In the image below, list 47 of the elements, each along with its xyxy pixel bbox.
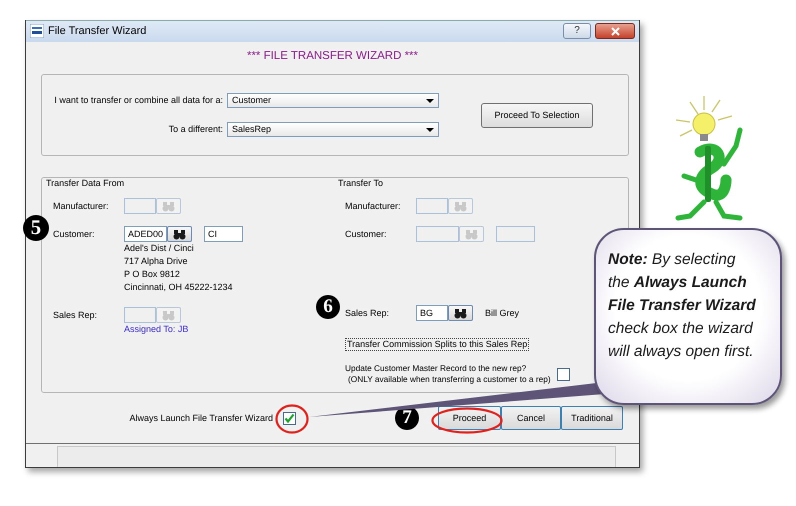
rep-name: Bill Grey <box>485 308 520 319</box>
address-line: Cincinnati, OH 45222-1234 <box>124 281 234 294</box>
caret-icon <box>426 128 434 132</box>
field-label: Manufacturer: <box>345 200 402 212</box>
checkbox-label: Always Launch File Transfer Wizard <box>129 412 273 424</box>
wizard-heading: *** FILE TRANSFER WIZARD *** <box>246 50 420 64</box>
binoculars-icon <box>173 228 186 240</box>
field-label: To a different: <box>168 124 224 135</box>
note-callout: Note: By selecting the Always Launch File Transfer Wizard check box the wizard will always open first. <box>594 228 782 405</box>
dialog-button[interactable]: Cancel <box>501 406 561 430</box>
lookup-button[interactable] <box>167 226 192 242</box>
checkbox[interactable] <box>556 368 570 381</box>
app-logo-icon <box>30 24 44 38</box>
input-field[interactable]: BG <box>416 305 448 322</box>
field-label: Manufacturer: <box>53 200 110 212</box>
input-field[interactable]: CI <box>204 226 243 242</box>
lookup-button[interactable] <box>448 305 473 322</box>
dropdown[interactable]: SalesRep <box>227 122 439 138</box>
help-button[interactable]: ? <box>563 23 591 40</box>
field-label: Customer: <box>345 228 388 240</box>
option-label: Update Customer Master Record to the new rep? <box>345 363 528 374</box>
field-label: Sales Rep: <box>53 310 98 321</box>
binoculars-icon <box>162 200 175 212</box>
field-label: I want to transfer or combine all data for a: <box>53 95 224 106</box>
checkbox[interactable] <box>283 412 296 425</box>
section-title: Transfer Data From <box>45 178 126 190</box>
close-icon <box>610 26 620 36</box>
field-label: Sales Rep: <box>345 308 390 319</box>
input-field[interactable]: ADED00 <box>124 226 167 242</box>
field-label: Customer: <box>53 228 96 240</box>
window-title: File Transfer Wizard <box>48 24 148 38</box>
address-line: 717 Alpha Drive <box>124 255 189 268</box>
dialog-button[interactable]: Traditional <box>561 406 623 430</box>
address-line: Adel's Dist / Cinci <box>124 242 195 256</box>
proceed-to-selection-button[interactable]: Proceed To Selection <box>481 102 593 128</box>
binoculars-icon <box>454 200 467 212</box>
address-line: P O Box 9812 <box>124 268 181 282</box>
assigned-note: Assigned To: JB <box>124 323 190 336</box>
binoculars-icon <box>454 308 467 319</box>
caret-icon <box>426 98 434 103</box>
close-button[interactable] <box>595 23 635 40</box>
binoculars-icon <box>465 228 478 240</box>
dropdown[interactable]: Customer <box>227 93 439 108</box>
section-title: Transfer To <box>337 178 384 190</box>
option-label: (ONLY available when transferring a customer to a rep) <box>347 374 551 386</box>
binoculars-icon <box>162 310 175 321</box>
option-label[interactable]: Transfer Commission Splits to this Sales Rep <box>345 338 530 352</box>
